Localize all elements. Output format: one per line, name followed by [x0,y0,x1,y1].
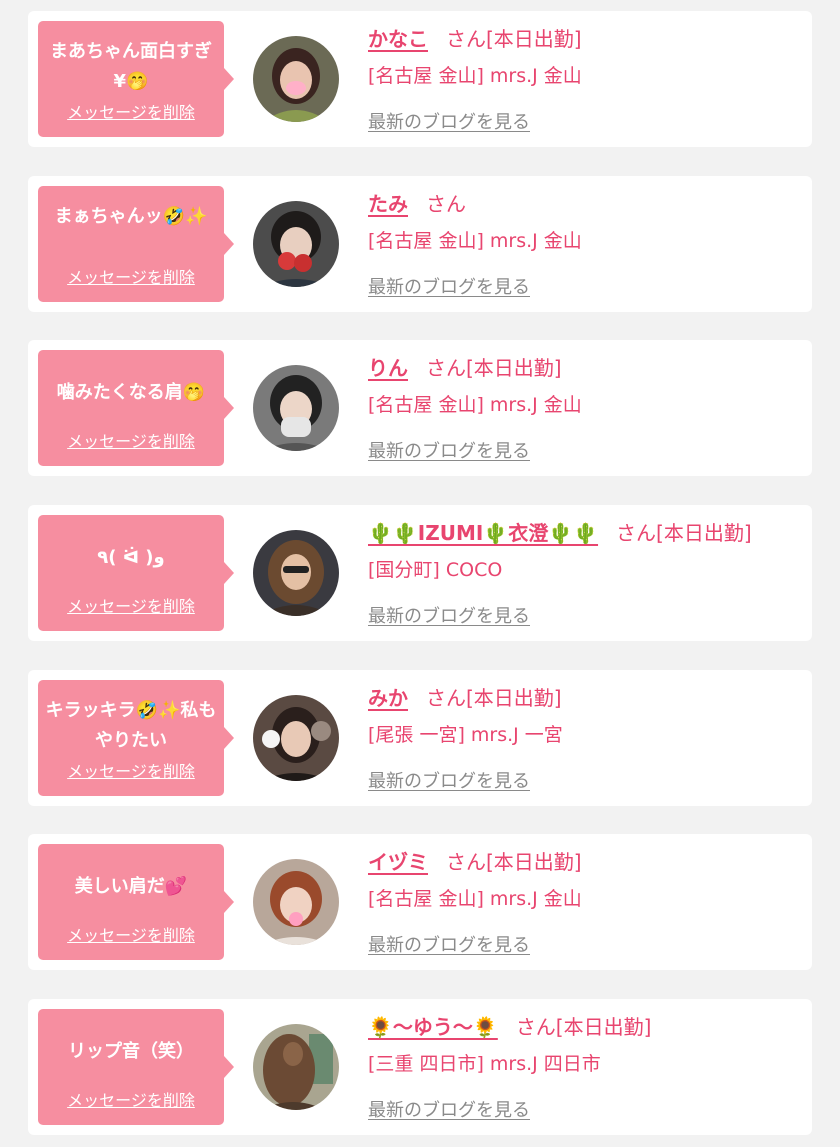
list-item: キラッキラ🤣✨私もやりたい メッセージを削除 みか さん[本日出勤] [尾張 一宮… [28,670,812,806]
latest-blog-link[interactable]: 最新のブログを見る [368,108,530,134]
list-item: リップ音（笑） メッセージを削除 🌻〜ゆう〜🌻 さん[本日出勤] [三重 四日市]… [28,999,812,1135]
shop-label: [三重 四日市] mrs.J 四日市 [368,1053,601,1075]
cast-name-link[interactable]: りん [368,356,408,380]
cast-suffix: さん[本日出勤] [515,1015,652,1039]
message-bubble: まぁちゃんッ🤣✨ メッセージを削除 [38,186,234,302]
latest-blog-link[interactable]: 最新のブログを見る [368,931,530,957]
message-text: まあちゃん面白すぎ¥🤭 [50,41,212,92]
cast-name-link[interactable]: みか [368,686,408,710]
cast-name-link[interactable]: 🌻〜ゆう〜🌻 [368,1015,498,1039]
list-item: まあちゃん面白すぎ¥🤭 メッセージを削除 かなこ さん[本日出勤] [名古屋 金山… [28,11,812,147]
message-text: キラッキラ🤣✨私もやりたい [45,700,217,751]
cast-name-link[interactable]: 🌵🌵IZUMI🌵衣澄🌵🌵 [368,521,598,545]
avatar[interactable] [253,36,339,122]
latest-blog-link[interactable]: 最新のブログを見る [368,767,530,793]
message-bubble: 美しい肩だ💕 メッセージを削除 [38,844,234,960]
message-bubble: ٩( ᐛ )و メッセージを削除 [38,515,234,631]
message-text: まぁちゃんッ🤣✨ [54,206,208,227]
list-item: まぁちゃんッ🤣✨ メッセージを削除 たみ さん [名古屋 金山] mrs.J 金山… [28,176,812,312]
cast-suffix: さん[本日出勤] [446,27,582,51]
delete-message-link[interactable]: メッセージを削除 [38,922,224,946]
list-item: 美しい肩だ💕 メッセージを削除 イヅミ さん[本日出勤] [名古屋 金山] mrs… [28,834,812,970]
cast-name-row: りん さん[本日出勤] [368,352,562,381]
shop-label: [名古屋 金山] mrs.J 金山 [368,888,582,910]
latest-blog-link[interactable]: 最新のブログを見る [368,1096,530,1122]
cast-suffix: さん[本日出勤] [616,521,752,545]
message-bubble: まあちゃん面白すぎ¥🤭 メッセージを削除 [38,21,234,137]
cast-suffix: さん[本日出勤] [426,686,562,710]
cast-suffix: さん[本日出勤] [426,356,562,380]
cast-name-row: 🌵🌵IZUMI🌵衣澄🌵🌵 さん[本日出勤] [368,517,752,546]
delete-message-link[interactable]: メッセージを削除 [38,758,224,782]
cast-name-link[interactable]: イヅミ [368,850,428,874]
avatar[interactable] [253,695,339,781]
delete-message-link[interactable]: メッセージを削除 [38,264,224,288]
message-bubble: リップ音（笑） メッセージを削除 [38,1009,234,1125]
message-bubble: 噛みたくなる肩🤭 メッセージを削除 [38,350,234,466]
shop-label: [尾張 一宮] mrs.J 一宮 [368,724,563,746]
cast-name-row: 🌻〜ゆう〜🌻 さん[本日出勤] [368,1011,651,1040]
cast-suffix: さん[本日出勤] [446,850,582,874]
cast-name-row: イヅミ さん[本日出勤] [368,846,582,875]
delete-message-link[interactable]: メッセージを削除 [38,1087,224,1111]
cast-name-row: みか さん[本日出勤] [368,682,562,711]
cast-name-link[interactable]: かなこ [368,27,428,51]
avatar[interactable] [253,201,339,287]
list-item: 噛みたくなる肩🤭 メッセージを削除 りん さん[本日出勤] [名古屋 金山] mr… [28,340,812,476]
avatar[interactable] [253,365,339,451]
latest-blog-link[interactable]: 最新のブログを見る [368,437,530,463]
delete-message-link[interactable]: メッセージを削除 [38,99,224,123]
delete-message-link[interactable]: メッセージを削除 [38,593,224,617]
message-text: リップ音（笑） [68,1041,194,1062]
cast-name-row: かなこ さん[本日出勤] [368,23,582,52]
message-text: 噛みたくなる肩🤭 [56,382,206,403]
avatar[interactable] [253,530,339,616]
avatar[interactable] [253,859,339,945]
avatar[interactable] [253,1024,339,1110]
shop-label: [名古屋 金山] mrs.J 金山 [368,230,582,252]
latest-blog-link[interactable]: 最新のブログを見る [368,602,530,628]
message-text: 美しい肩だ💕 [74,876,188,897]
message-list: まあちゃん面白すぎ¥🤭 メッセージを削除 かなこ さん[本日出勤] [名古屋 金山… [0,0,840,1147]
cast-name-row: たみ さん [368,188,466,217]
message-bubble: キラッキラ🤣✨私もやりたい メッセージを削除 [38,680,234,796]
message-text: ٩( ᐛ )و [97,547,165,568]
shop-label: [名古屋 金山] mrs.J 金山 [368,394,582,416]
cast-suffix: さん [426,192,466,216]
shop-label: [国分町] COCO [368,559,503,581]
shop-label: [名古屋 金山] mrs.J 金山 [368,65,582,87]
cast-name-link[interactable]: たみ [368,192,408,216]
delete-message-link[interactable]: メッセージを削除 [38,428,224,452]
latest-blog-link[interactable]: 最新のブログを見る [368,273,530,299]
list-item: ٩( ᐛ )و メッセージを削除 🌵🌵IZUMI🌵衣澄🌵🌵 さん[本日出勤] [国… [28,505,812,641]
